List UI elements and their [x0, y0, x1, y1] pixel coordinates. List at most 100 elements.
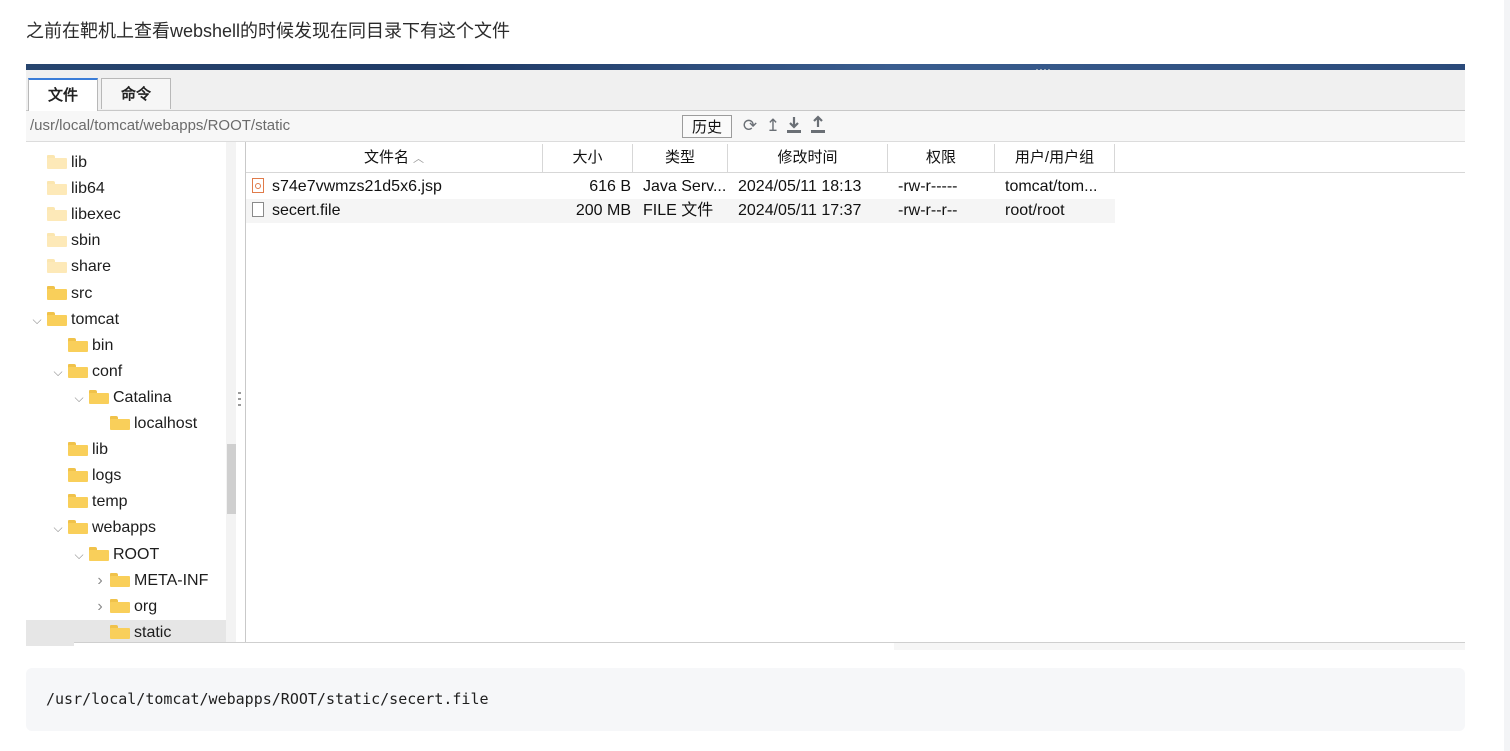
chevron-down-icon[interactable]: ⌵: [51, 515, 65, 541]
folder-icon: [89, 546, 109, 561]
file-owner-text: root/root: [1005, 202, 1065, 219]
tab-bar: 文件 命令: [26, 70, 1465, 111]
page-edge: [1504, 0, 1510, 751]
file-cell-mtime: 2024/05/11 17:37: [728, 199, 888, 223]
file-name-text: secert.file: [272, 202, 341, 219]
file-cell-type: FILE 文件: [633, 199, 728, 223]
tree-item-label: logs: [92, 467, 122, 485]
file-cell-name: s74e7vwmzs21d5x6.jsp: [246, 175, 543, 199]
jsp-file-icon: [252, 178, 264, 193]
chevron-right-icon[interactable]: ›: [93, 568, 107, 594]
col-header-name[interactable]: 文件名 ︿: [246, 144, 543, 172]
col-header-owner[interactable]: 用户/用户组: [995, 144, 1115, 172]
upload-icon[interactable]: [808, 115, 828, 137]
horizontal-scrollbar-track[interactable]: [894, 642, 1465, 650]
tree-item-label: lib: [71, 154, 88, 171]
chevron-down-icon[interactable]: ⌵: [30, 307, 44, 333]
file-size-text: 616 B: [589, 178, 631, 195]
file-cell-mtime: 2024/05/11 18:13: [728, 175, 888, 199]
file-list: 文件名 ︿ 大小 类型 修改时间 权限 用户/用户组 s74e7vwmzs21d5…: [245, 142, 1465, 650]
file-perm-text: -rw-r-----: [898, 178, 958, 195]
tree-item[interactable]: bin: [26, 333, 226, 359]
tree-item[interactable]: › org: [26, 594, 226, 620]
folder-icon: [68, 520, 88, 535]
file-row[interactable]: s74e7vwmzs21d5x6.jsp 616 B Java Serv... 202…: [246, 175, 1115, 199]
tree-item-label: ROOT: [113, 545, 160, 563]
folder-icon: [68, 363, 88, 378]
tree-item[interactable]: lib64: [26, 176, 226, 202]
tree-scrollbar-thumb[interactable]: [227, 444, 236, 514]
horizontal-scrollbar[interactable]: [74, 642, 894, 650]
tree-item[interactable]: libexec: [26, 202, 226, 228]
folder-icon: [68, 468, 88, 483]
tree-item[interactable]: ⌵ tomcat: [26, 307, 226, 333]
folder-icon: [110, 624, 130, 639]
tree-scrollbar[interactable]: [226, 142, 236, 650]
tree-item[interactable]: src: [26, 281, 226, 307]
folder-icon: [68, 337, 88, 352]
file-cell-owner: tomcat/tom...: [995, 175, 1115, 199]
folder-icon: [47, 233, 67, 248]
tree-item[interactable]: localhost: [26, 411, 226, 437]
refresh-icon[interactable]: ⟳: [740, 115, 760, 137]
folder-icon: [89, 389, 109, 404]
col-header-perm[interactable]: 权限: [888, 144, 995, 172]
file-row[interactable]: secert.file 200 MB FILE 文件 2024/05/11 17:37…: [246, 199, 1115, 223]
file-cell-perm: -rw-r-----: [888, 175, 995, 199]
folder-icon: [110, 598, 130, 613]
col-header-type[interactable]: 类型: [633, 144, 728, 172]
folder-icon: [47, 181, 67, 196]
tree-item[interactable]: ⌵ Catalina: [26, 385, 226, 411]
up-dir-icon[interactable]: ↥: [763, 115, 783, 137]
chevron-down-icon[interactable]: ⌵: [72, 542, 86, 568]
tree-item[interactable]: ⌵ webapps: [26, 515, 226, 541]
tree-item-label: tomcat: [71, 310, 120, 328]
sort-up-icon: ︿: [413, 153, 424, 165]
file-list-header: 文件名 ︿ 大小 类型 修改时间 权限 用户/用户组: [246, 144, 1465, 173]
tree-item[interactable]: lib: [26, 150, 226, 176]
file-cell-perm: -rw-r--r--: [888, 199, 995, 223]
file-mtime-text: 2024/05/11 18:13: [738, 178, 862, 195]
chevron-down-icon[interactable]: ⌵: [51, 359, 65, 385]
tree-item[interactable]: ⌵ ROOT: [26, 542, 226, 568]
tree-item[interactable]: logs: [26, 463, 226, 489]
tree-item-label: share: [71, 258, 112, 276]
col-header-mtime[interactable]: 修改时间: [728, 144, 888, 172]
download-icon[interactable]: [784, 115, 804, 137]
chevron-right-icon[interactable]: ›: [93, 594, 107, 620]
code-block: /usr/local/tomcat/webapps/ROOT/static/se…: [26, 668, 1465, 731]
file-size-text: 200 MB: [575, 202, 631, 219]
tree-item[interactable]: share: [26, 254, 226, 280]
file-cell-type: Java Serv...: [633, 175, 728, 199]
folder-icon: [47, 207, 67, 222]
col-header-size[interactable]: 大小: [543, 144, 633, 172]
tree-item-label: static: [134, 623, 172, 641]
tree-item-label: org: [134, 597, 158, 615]
tree-item[interactable]: temp: [26, 489, 226, 515]
folder-icon: [47, 259, 67, 274]
tab-files[interactable]: 文件: [28, 78, 98, 111]
path-bar: /usr/local/tomcat/webapps/ROOT/static 历史…: [26, 111, 1465, 142]
folder-icon: [68, 494, 88, 509]
tree-item[interactable]: lib: [26, 437, 226, 463]
col-header-name-label: 文件名: [363, 149, 409, 166]
file-type-text: Java Serv...: [643, 178, 727, 195]
directory-tree: lib lib64 libexec sbin share src ⌵ tomcat bin ⌵ co…: [26, 142, 236, 650]
tree-item[interactable]: ⌵ conf: [26, 359, 226, 385]
tree-item[interactable]: sbin: [26, 228, 226, 254]
tree-item[interactable]: › META-INF: [26, 568, 226, 594]
file-type-text: FILE 文件: [643, 202, 714, 219]
folder-icon: [47, 311, 67, 326]
intro-text: 之前在靶机上查看webshell的时候发现在同目录下有这个文件: [26, 21, 511, 41]
file-icon: [252, 202, 264, 217]
folder-icon: [110, 416, 130, 430]
file-cell-size: 200 MB: [543, 199, 633, 223]
path-input[interactable]: /usr/local/tomcat/webapps/ROOT/static: [30, 116, 670, 136]
tree-item-label: Catalina: [113, 388, 172, 406]
tab-commands[interactable]: 命令: [101, 78, 171, 109]
history-button[interactable]: 历史: [682, 115, 732, 138]
file-cell-size: 616 B: [543, 175, 633, 199]
file-perm-text: -rw-r--r--: [898, 202, 958, 219]
folder-icon: [68, 442, 88, 457]
chevron-down-icon[interactable]: ⌵: [72, 385, 86, 411]
